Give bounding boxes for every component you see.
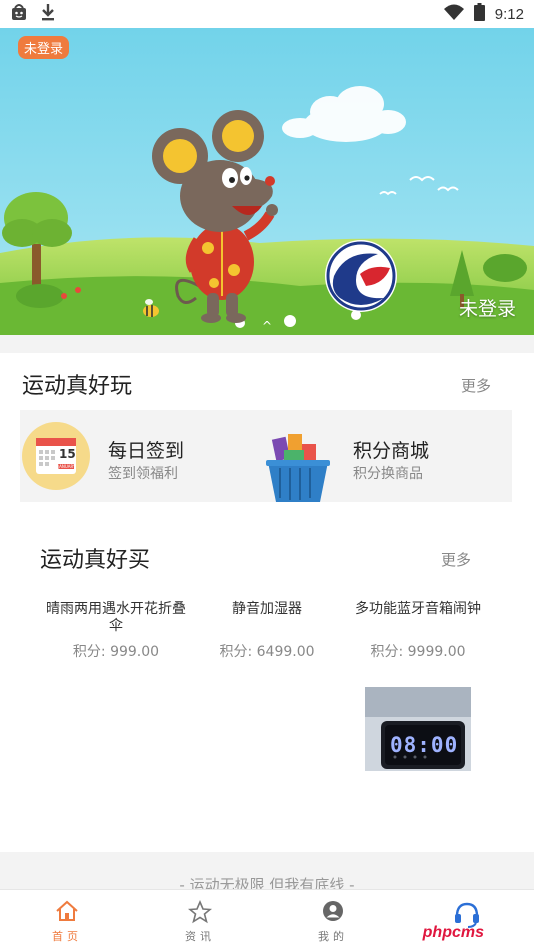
status-bar: 9:12: [0, 0, 534, 28]
clock-display-text: 08:00: [390, 733, 459, 757]
shopping-basket-icon: [266, 430, 330, 506]
home-icon: [55, 900, 79, 926]
carousel-indicator: ^: [262, 319, 273, 333]
user-icon: [322, 900, 344, 926]
wifi-icon: [443, 4, 464, 24]
product-points: 积分: 6499.00: [219, 644, 315, 660]
calendar-date: 15: [59, 447, 76, 461]
section-buy-more-link[interactable]: 更多: [441, 549, 471, 570]
section-play-more-link[interactable]: 更多: [461, 375, 491, 396]
section-play-title: 运动真好玩: [22, 374, 133, 399]
tab-home[interactable]: 首页: [0, 890, 134, 949]
product-name: 静音加湿器: [232, 601, 302, 617]
tab-home-label: 首页: [52, 930, 82, 943]
banner-carousel[interactable]: 未登录 未登录 ^: [0, 28, 534, 335]
points-mall-subtitle: 积分换商品: [353, 466, 423, 482]
points-mall-card[interactable]: 积分商城 积分换商品: [266, 410, 512, 502]
speaker-clock-image: [365, 687, 471, 771]
tab-news-label: 资讯: [185, 930, 215, 943]
daily-checkin-subtitle: 签到领福利: [108, 466, 178, 482]
product-name: 晴雨两用遇水开花折叠伞: [46, 601, 186, 634]
battery-icon: [473, 3, 485, 25]
banner-illustration: [0, 28, 534, 335]
star-icon: [187, 899, 213, 928]
daily-checkin-card[interactable]: 15 JANUARY 每日签到 签到领福利: [20, 410, 266, 502]
section-buy-title: 运动真好买: [40, 548, 151, 573]
download-icon: [40, 3, 56, 25]
tab-profile[interactable]: 我的: [266, 890, 400, 949]
app-screen: 9:12 未登录 未登录 ^ 运动真好玩 更多 15 JANUARY 每日签到 …: [0, 0, 534, 949]
banner-login-link[interactable]: 未登录: [459, 294, 516, 321]
daily-checkin-title: 每日签到: [108, 440, 185, 462]
calendar-month: JANUARY: [58, 464, 76, 469]
product-points: 积分: 999.00: [72, 644, 160, 660]
login-status-badge[interactable]: 未登录: [18, 36, 70, 59]
calendar-icon: 15 JANUARY: [22, 422, 90, 494]
app-notification-icon: [10, 3, 28, 25]
product-points: 积分: 9999.00: [370, 644, 466, 660]
product-image[interactable]: 08:00: [365, 687, 471, 771]
product-name: 多功能蓝牙音箱闹钟: [355, 601, 481, 617]
section-divider: [0, 335, 534, 353]
watermark-text: phpcms: [422, 924, 484, 941]
status-time: 9:12: [494, 5, 524, 23]
tab-profile-label: 我的: [318, 930, 348, 943]
points-mall-title: 积分商城: [353, 440, 430, 462]
tab-news[interactable]: 资讯: [133, 890, 267, 949]
